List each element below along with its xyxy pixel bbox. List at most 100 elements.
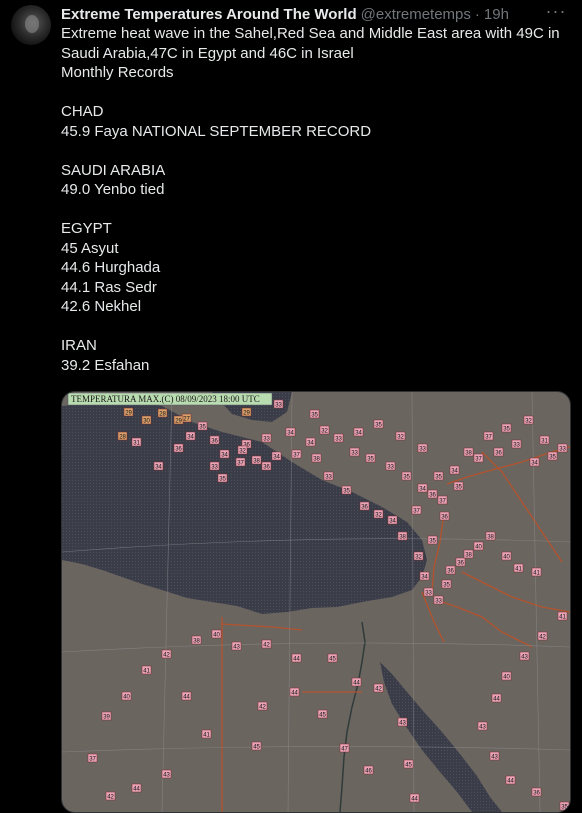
temperature-marker: 37	[483, 431, 494, 440]
temperature-marker: 33	[433, 595, 444, 604]
temperature-marker: 43	[489, 751, 500, 760]
temperature-marker-value: 35	[503, 426, 510, 432]
temperature-marker-value: 36	[361, 504, 368, 510]
temperature-marker-value: 34	[389, 518, 396, 524]
temperature-marker: 43	[231, 641, 242, 650]
temperature-marker-value: 37	[89, 756, 96, 762]
tweet-timestamp[interactable]: 19h	[484, 6, 509, 23]
temperature-marker-value: 43	[521, 654, 528, 660]
temperature-marker-value: 29	[125, 410, 132, 416]
temperature-marker: 44	[351, 677, 362, 686]
temperature-marker-value: 40	[123, 694, 130, 700]
temperature-marker: 27	[181, 413, 192, 422]
temperature-marker-value: 35	[443, 582, 450, 588]
temperature-marker-value: 34	[187, 434, 194, 440]
more-horizontal-icon[interactable]: ···	[544, 2, 568, 24]
temperature-marker: 36	[173, 443, 184, 452]
tweet-line: 45 Asyut	[61, 239, 119, 257]
temperature-marker-value: 34	[419, 486, 426, 492]
author-handle[interactable]: @extremetemps	[361, 6, 471, 23]
temperature-marker: 36	[455, 557, 466, 566]
temperature-marker-value: 37	[237, 460, 244, 466]
temperature-marker: 38	[251, 455, 262, 464]
temperature-marker: 38	[397, 531, 408, 540]
temperature-marker-value: 33	[425, 590, 432, 596]
temperature-marker: 38	[463, 447, 474, 456]
temperature-marker-value: 42	[375, 686, 382, 692]
temperature-marker: 44	[291, 653, 302, 662]
temperature-marker: 42	[161, 649, 172, 658]
temperature-marker: 35	[341, 485, 352, 494]
temperature-marker: 40	[121, 691, 132, 700]
temperature-marker: 34	[419, 571, 430, 580]
temperature-marker-value: 33	[335, 436, 342, 442]
temperature-marker: 32	[523, 415, 534, 424]
temperature-marker-value: 47	[341, 746, 348, 752]
temperature-marker: 33	[423, 587, 434, 596]
temperature-marker: 32	[395, 431, 406, 440]
temperature-marker: 36	[439, 511, 450, 520]
temperature-marker: 31	[131, 437, 142, 446]
temperature-marker-value: 41	[533, 570, 540, 576]
temperature-marker: 44	[181, 691, 192, 700]
temperature-marker: 32	[319, 425, 330, 434]
temperature-marker: 38	[463, 549, 474, 558]
temperature-marker-value: 34	[421, 574, 428, 580]
tweet-line: 39.2 Esfahan	[61, 356, 150, 374]
tweet[interactable]: Extreme Temperatures Around The World @e…	[0, 0, 582, 813]
temperature-marker: 36	[531, 787, 542, 796]
temperature-marker-value: 33	[351, 450, 358, 456]
temperature-marker-value: 33	[211, 464, 218, 470]
tweet-line: 44.6 Hurghada	[61, 259, 161, 276]
avatar[interactable]	[11, 5, 51, 45]
temperature-marker-value: 34	[355, 430, 362, 436]
tweet-header: Extreme Temperatures Around The World @e…	[61, 4, 509, 24]
temperature-marker: 33	[261, 433, 272, 442]
temperature-marker-value: 35	[343, 488, 350, 494]
temperature-marker-value: 29	[243, 410, 250, 416]
temperature-marker-value: 44	[291, 690, 298, 696]
tweet-text: Extreme heat wave in the Sahel,Red Sea a…	[61, 24, 571, 375]
temperature-marker-value: 43	[399, 720, 406, 726]
temperature-marker-value: 32	[239, 448, 246, 454]
temperature-marker-value: 29	[175, 418, 182, 424]
temperature-marker: 35	[365, 453, 376, 462]
temperature-marker: 34	[305, 437, 316, 446]
temperature-marker: 37	[437, 495, 448, 504]
temperature-marker-value: 33	[325, 474, 332, 480]
temperature-marker-value: 43	[163, 772, 170, 778]
temperature-marker-value: 33	[387, 464, 394, 470]
temperature-marker: 42	[261, 639, 272, 648]
temperature-marker-value: 36	[429, 492, 436, 498]
temperature-marker: 32	[373, 509, 384, 518]
temperature-marker: 37	[235, 457, 246, 466]
temperature-marker-value: 37	[413, 508, 420, 514]
temperature-marker: 36	[209, 435, 220, 444]
author-name[interactable]: Extreme Temperatures Around The World	[61, 6, 357, 23]
section-title-iran: IRAN	[61, 337, 97, 354]
temperature-marker-value: 43	[479, 724, 486, 730]
temperature-marker-value: 32	[397, 434, 404, 440]
temperature-marker-value: 35	[367, 456, 374, 462]
temperature-marker: 35	[453, 481, 464, 490]
temperature-marker: 34	[185, 431, 196, 440]
temperature-marker-value: 36	[441, 514, 448, 520]
temperature-marker-value: 35	[311, 412, 318, 418]
temperature-marker: 33	[511, 439, 522, 448]
tweet-line: Extreme heat wave in the Sahel,Red Sea a…	[61, 25, 560, 42]
temperature-map: TEMPERATURA MAX.(C) 08/09/2023 18:00 UTC…	[62, 392, 570, 812]
temperature-marker: 33	[323, 471, 334, 480]
tweet-media-map[interactable]: TEMPERATURA MAX.(C) 08/09/2023 18:00 UTC…	[61, 391, 571, 813]
temperature-marker-value: 36	[495, 450, 502, 456]
temperature-marker: 34	[417, 483, 428, 492]
temperature-marker: 36	[359, 501, 370, 510]
tweet-line: 49.0 Yenbo tied	[61, 181, 165, 198]
temperature-marker-value: 45	[329, 656, 336, 662]
temperature-marker-value: 40	[475, 544, 482, 550]
temperature-marker: 35	[217, 473, 228, 482]
temperature-marker: 33	[417, 443, 428, 452]
temperature-marker-value: 36	[457, 560, 464, 566]
temperature-marker: 42	[257, 701, 268, 710]
temperature-marker-value: 40	[213, 632, 220, 638]
temperature-marker-value: 34	[451, 468, 458, 474]
